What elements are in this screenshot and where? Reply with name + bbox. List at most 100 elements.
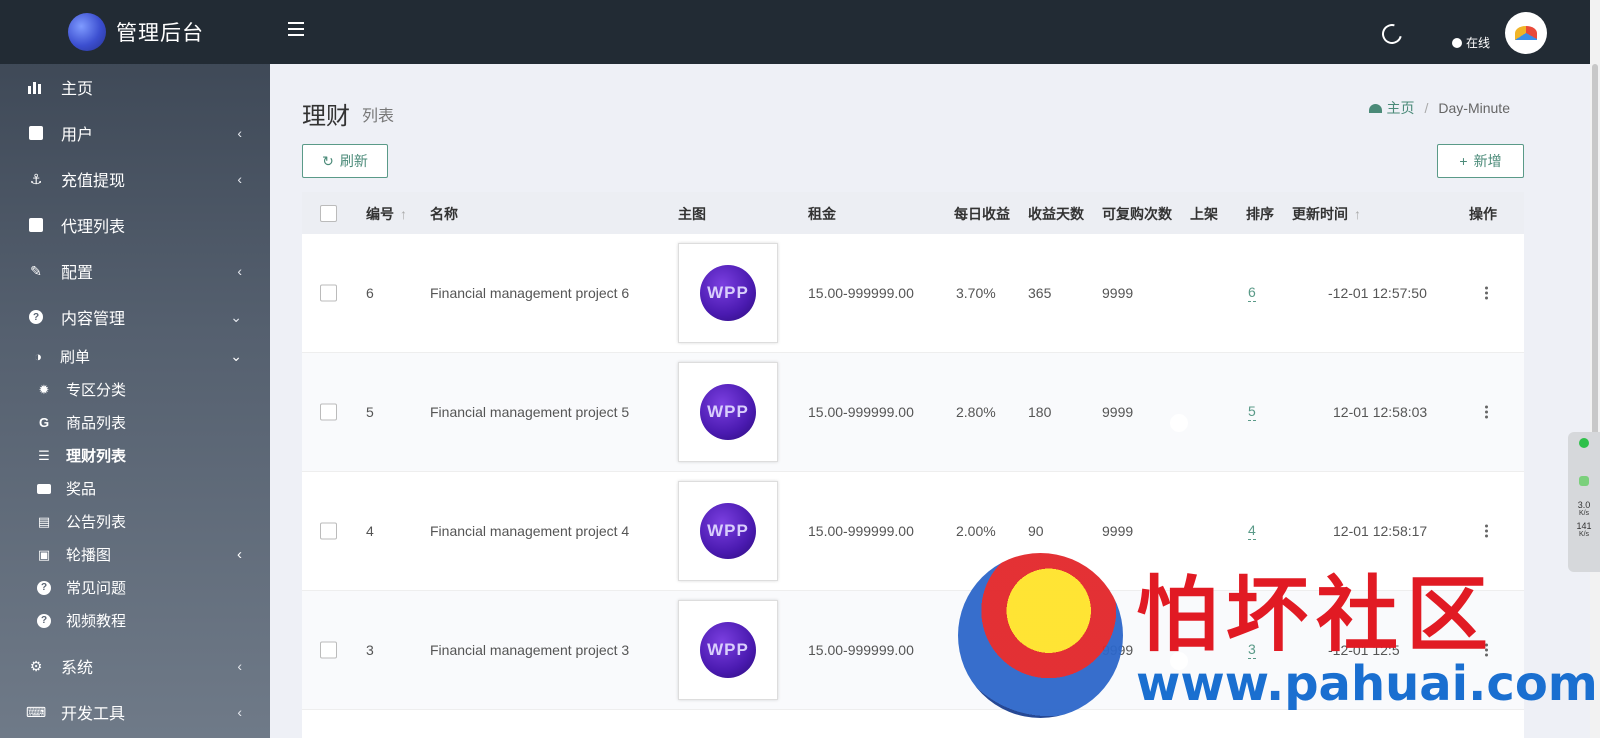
sidebar-item-label: 用户 [61, 127, 94, 144]
sidebar-item-label: 视频教程 [66, 613, 127, 630]
data-table: 编号 ↑ 名称 主图 租金 每日收益 收益天数 可复购次数 上架 排序 更新时间 ↑… [302, 192, 1524, 738]
cell-id: 6 [366, 285, 374, 301]
hamburger-menu-icon[interactable] [288, 22, 304, 36]
row-checkbox[interactable] [320, 403, 337, 421]
sidebar-item-carousel[interactable]: ▣ 轮播图 ‹ [0, 538, 270, 571]
cell-sort-editable[interactable]: 5 [1248, 403, 1256, 421]
wpp-logo: WPP [700, 384, 756, 440]
cell-sort-editable[interactable]: 3 [1248, 641, 1256, 659]
cell-id: 4 [366, 523, 374, 539]
column-header-listed: 上架 [1190, 206, 1218, 222]
sort-arrow-icon: ↑ [1354, 206, 1361, 222]
more-actions-icon[interactable] [1485, 643, 1488, 658]
sidebar-item-label: 开发工具 [61, 706, 126, 723]
row-checkbox[interactable] [320, 284, 337, 302]
sidebar-item-label: 专区分类 [66, 382, 127, 399]
more-actions-icon[interactable] [1485, 405, 1488, 420]
chevron-left-icon: ‹ [237, 125, 242, 141]
cell-name: Financial management project 3 [430, 642, 630, 658]
cell-thumbnail[interactable]: WPP [678, 243, 778, 343]
table-row: 4 Financial management project 4 WPP 15.… [302, 472, 1524, 591]
network-speed-widget[interactable]: 3.0 K/s 141 K/s [1568, 432, 1600, 572]
sidebar-item-zone-category[interactable]: ✹ 专区分类 [0, 373, 270, 406]
wpp-logo: WPP [700, 622, 756, 678]
sidebar-item-label: 系统 [61, 660, 94, 677]
sidebar-item-prizes[interactable]: 奖品 [0, 472, 270, 505]
more-actions-icon[interactable] [1485, 524, 1488, 539]
sidebar-item-finance-list[interactable]: ☰ 理财列表 [0, 439, 270, 472]
avatar[interactable] [1505, 12, 1547, 54]
cell-sort-editable[interactable]: 6 [1248, 284, 1256, 302]
sidebar-item-label: 轮播图 [66, 547, 112, 564]
sidebar-item-faq[interactable]: ? 常见问题 [0, 571, 270, 604]
cell-sort-editable[interactable]: 4 [1248, 522, 1256, 540]
row-checkbox[interactable] [320, 522, 337, 540]
sidebar-item-label: 刷单 [60, 349, 91, 366]
column-header-updated[interactable]: 更新时间 ↑ [1292, 204, 1361, 224]
sidebar-item-label: 内容管理 [61, 311, 126, 328]
question-circle-icon: ? [36, 580, 52, 596]
chevron-left-icon: ‹ [237, 263, 242, 279]
question-circle-icon: ? [27, 308, 45, 326]
sidebar-item-product-list[interactable]: G 商品列表 [0, 406, 270, 439]
page-scrollbar[interactable] [1590, 0, 1600, 738]
cell-yield-days: 365 [1028, 285, 1052, 301]
brand-logo [68, 13, 106, 51]
bar-chart-icon [27, 78, 45, 96]
upload-speed: 3.0 [1577, 500, 1591, 510]
sidebar-item-video-tutorial[interactable]: ? 视频教程 [0, 604, 270, 637]
upload-unit: K/s [1578, 510, 1590, 517]
wpp-logo: WPP [700, 265, 756, 321]
cell-thumbnail[interactable]: WPP [678, 481, 778, 581]
plus-icon: + [1459, 153, 1468, 169]
sidebar-item-system[interactable]: ⚙ 系统 ‹ [0, 643, 270, 689]
sidebar: 管理后台 主页 用户 ‹ ⚓ 充值提现 ‹ 代理列表 ✎ 配置 ‹ ? 内容管理… [0, 0, 270, 738]
keyboard-icon: ⌨ [25, 703, 47, 720]
cell-daily-yield: 2.00% [956, 523, 996, 539]
sidebar-item-announcements[interactable]: ▤ 公告列表 [0, 505, 270, 538]
list-icon: ☰ [38, 447, 50, 463]
breadcrumb-separator: / [1424, 100, 1429, 116]
sidebar-item-home[interactable]: 主页 [0, 64, 270, 110]
sidebar-item-users[interactable]: 用户 ‹ [0, 110, 270, 156]
add-button[interactable]: + 新增 [1437, 144, 1524, 178]
wpp-logo: WPP [700, 503, 756, 559]
sidebar-item-agents[interactable]: 代理列表 [0, 202, 270, 248]
column-header-id[interactable]: 编号 ↑ [366, 204, 407, 224]
cell-thumbnail[interactable]: WPP [678, 600, 778, 700]
cell-daily-yield: 3.70% [956, 285, 996, 301]
column-header-actions: 操作 [1469, 206, 1497, 222]
column-header-daily-yield: 每日收益 [954, 206, 1010, 222]
status-dot [1452, 37, 1462, 48]
sidebar-item-dev-tools[interactable]: ⌨ 开发工具 ‹ [0, 689, 270, 735]
page-subtitle: 列表 [362, 108, 395, 125]
cell-yield-days: 180 [1028, 404, 1052, 420]
cell-rent: 15.00-999999.00 [808, 642, 914, 658]
scrollbar-thumb[interactable] [1592, 64, 1598, 444]
cell-thumbnail[interactable]: WPP [678, 362, 778, 462]
breadcrumb-home[interactable]: 主页 [1368, 98, 1415, 118]
cell-name: Financial management project 5 [430, 404, 630, 420]
cell-updated: -12-01 12:5 [1328, 642, 1400, 658]
cell-updated: -12-01 12:57:50 [1328, 285, 1427, 301]
network-status-icon [1579, 476, 1589, 486]
topbar: 在线 [270, 0, 1600, 64]
column-header-rent: 租金 [808, 206, 836, 222]
cell-rent: 15.00-999999.00 [808, 285, 914, 301]
cell-id: 3 [366, 642, 374, 658]
column-header-rebuy-count: 可复购次数 [1102, 206, 1172, 222]
sidebar-item-brush[interactable]: ◑ 刷单 ⌄ [0, 340, 270, 373]
moon-icon[interactable] [1378, 20, 1406, 48]
sidebar-item-config[interactable]: ✎ 配置 ‹ [0, 248, 270, 294]
sidebar-item-label: 公告列表 [66, 514, 127, 531]
cell-rent: 15.00-999999.00 [808, 523, 914, 539]
more-actions-icon[interactable] [1485, 286, 1488, 301]
refresh-button[interactable]: ↻ 刷新 [302, 144, 388, 178]
brand[interactable]: 管理后台 [0, 0, 270, 64]
sidebar-item-content[interactable]: ? 内容管理 ⌄ [0, 294, 270, 340]
sidebar-item-recharge[interactable]: ⚓ 充值提现 ‹ [0, 156, 270, 202]
select-all-checkbox[interactable] [320, 205, 337, 222]
row-checkbox[interactable] [320, 641, 337, 659]
cell-updated: 12-01 12:58:03 [1333, 404, 1428, 420]
gear-icon: ✹ [38, 381, 50, 397]
